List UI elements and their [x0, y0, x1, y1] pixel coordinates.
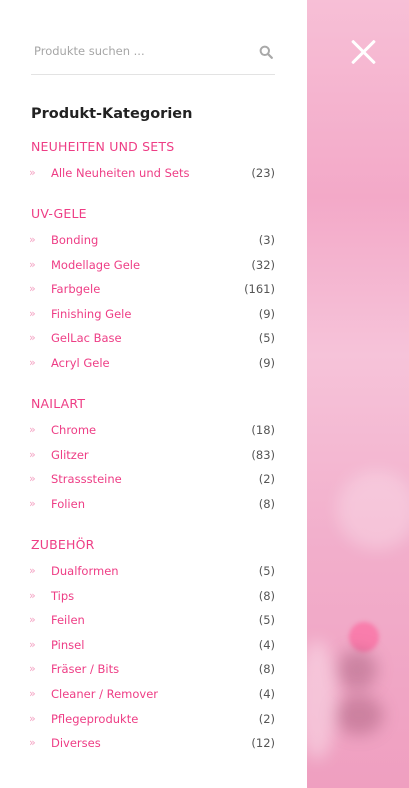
category-item[interactable]: » GelLac Base (5)	[29, 326, 275, 351]
category-item-label[interactable]: Finishing Gele	[51, 302, 131, 327]
chevron-right-icon: »	[29, 496, 36, 510]
backdrop-blur-shape	[335, 695, 383, 735]
chevron-right-icon: »	[29, 736, 36, 750]
chevron-right-icon: »	[29, 564, 36, 577]
search-bar	[31, 36, 275, 75]
category-item-count: (161)	[244, 282, 275, 297]
chevron-right-icon: »	[29, 355, 36, 369]
category-item[interactable]: » Cleaner / Remover (4)	[29, 682, 275, 707]
chevron-right-icon: »	[29, 613, 36, 627]
backdrop-blur-shape	[307, 640, 337, 760]
category-item-label[interactable]: Folien	[51, 492, 85, 517]
category-item[interactable]: » Chrome (18)	[29, 418, 275, 443]
category-item-label[interactable]: Strasssteine	[51, 467, 122, 492]
category-item-label[interactable]: Diverses	[51, 731, 101, 756]
category-item-count: (18)	[251, 423, 275, 437]
category-item-count: (8)	[258, 588, 275, 603]
category-item[interactable]: » Pinsel (4)	[29, 633, 275, 658]
category-item[interactable]: » Diverses (12)	[29, 731, 275, 756]
chevron-right-icon: »	[29, 282, 36, 296]
chevron-right-icon: »	[29, 447, 36, 461]
category-item[interactable]: » Bonding (3)	[29, 228, 275, 253]
category-item-label[interactable]: Fräser / Bits	[51, 657, 119, 682]
chevron-right-icon: »	[29, 306, 36, 320]
category-item-count: (9)	[258, 355, 275, 370]
category-item-count: (32)	[251, 257, 275, 272]
category-item[interactable]: » Farbgele (161)	[29, 277, 275, 302]
category-group-heading[interactable]: NEUHEITEN UND SETS	[31, 137, 275, 157]
chevron-right-icon: »	[29, 472, 36, 486]
category-item-count: (5)	[258, 613, 275, 628]
category-item[interactable]: » Strasssteine (2)	[29, 467, 275, 492]
category-item-label[interactable]: Farbgele	[51, 277, 100, 302]
chevron-right-icon: »	[29, 423, 36, 436]
backdrop-blur-shape	[337, 470, 409, 550]
chevron-right-icon: »	[29, 637, 36, 651]
close-icon[interactable]	[350, 38, 378, 66]
category-item-count: (2)	[258, 472, 275, 487]
category-item-count: (3)	[258, 233, 275, 247]
search-icon[interactable]	[259, 45, 273, 59]
category-group-heading[interactable]: ZUBEHÖR	[31, 535, 275, 555]
chevron-right-icon: »	[29, 662, 36, 676]
category-item-count: (8)	[258, 496, 275, 511]
category-item-label[interactable]: Dualformen	[51, 559, 119, 584]
category-item-label[interactable]: GelLac Base	[51, 326, 122, 351]
category-item[interactable]: » Finishing Gele (9)	[29, 302, 275, 327]
search-input[interactable]	[31, 36, 244, 66]
categories-title: Produkt-Kategorien	[31, 106, 193, 122]
category-group-heading[interactable]: NAILART	[31, 394, 275, 414]
category-item[interactable]: » Feilen (5)	[29, 608, 275, 633]
category-item[interactable]: » Dualformen (5)	[29, 559, 275, 584]
category-item-count: (4)	[258, 686, 275, 701]
category-item-count: (5)	[258, 564, 275, 578]
category-item-label[interactable]: Acryl Gele	[51, 351, 110, 376]
category-item[interactable]: » Acryl Gele (9)	[29, 351, 275, 376]
chevron-right-icon: »	[29, 331, 36, 345]
backdrop-blur-shape	[349, 622, 379, 652]
category-group: NEUHEITEN UND SETS » Alle Neuheiten und Se…	[29, 137, 275, 186]
category-item[interactable]: » Folien (8)	[29, 492, 275, 517]
chevron-right-icon: »	[29, 588, 36, 602]
category-item-label[interactable]: Tips	[51, 584, 74, 609]
category-item-label[interactable]: Cleaner / Remover	[51, 682, 158, 707]
chevron-right-icon: »	[29, 711, 36, 725]
category-group: NAILART » Chrome (18) » Glitzer (83) » Strassste…	[29, 394, 275, 517]
category-item[interactable]: » Alle Neuheiten und Sets (23)	[29, 161, 275, 186]
category-item-label[interactable]: Chrome	[51, 418, 96, 443]
category-item-label[interactable]: Pinsel	[51, 633, 84, 658]
category-item-count: (4)	[258, 637, 275, 652]
category-item[interactable]: » Modellage Gele (32)	[29, 253, 275, 278]
category-item[interactable]: » Tips (8)	[29, 584, 275, 609]
chevron-right-icon: »	[29, 686, 36, 700]
category-item-label[interactable]: Glitzer	[51, 443, 89, 468]
category-item-label[interactable]: Alle Neuheiten und Sets	[51, 161, 189, 186]
category-item[interactable]: » Pflegeprodukte (2)	[29, 707, 275, 732]
category-item-count: (9)	[258, 306, 275, 321]
category-item-label[interactable]: Pflegeprodukte	[51, 707, 138, 732]
category-item-count: (2)	[258, 711, 275, 726]
category-group-heading[interactable]: UV-GELE	[31, 204, 275, 224]
category-group: ZUBEHÖR» Dualformen (5)» Tips (8)» Feilen (5)»…	[29, 535, 275, 756]
category-group: UV-GELE » Bonding (3) » Modellage Gele (32) » Fa…	[29, 204, 275, 376]
category-item-label[interactable]: Modellage Gele	[51, 253, 140, 278]
category-item-count: (23)	[251, 166, 275, 180]
category-item[interactable]: » Glitzer (83)	[29, 443, 275, 468]
chevron-right-icon: »	[29, 257, 36, 271]
category-item-count: (8)	[258, 662, 275, 677]
category-item-label[interactable]: Feilen	[51, 608, 85, 633]
category-item-count: (12)	[251, 736, 275, 751]
blurred-page-backdrop[interactable]	[307, 0, 409, 788]
category-item-label[interactable]: Bonding	[51, 228, 98, 253]
category-item-count: (83)	[251, 447, 275, 462]
category-item-count: (5)	[258, 331, 275, 346]
backdrop-blur-shape	[337, 650, 377, 690]
category-item[interactable]: » Fräser / Bits (8)	[29, 657, 275, 682]
chevron-right-icon: »	[29, 233, 36, 246]
category-drawer: Produkt-Kategorien NEUHEITEN UND SETS » Al…	[0, 0, 307, 788]
chevron-right-icon: »	[29, 166, 36, 179]
